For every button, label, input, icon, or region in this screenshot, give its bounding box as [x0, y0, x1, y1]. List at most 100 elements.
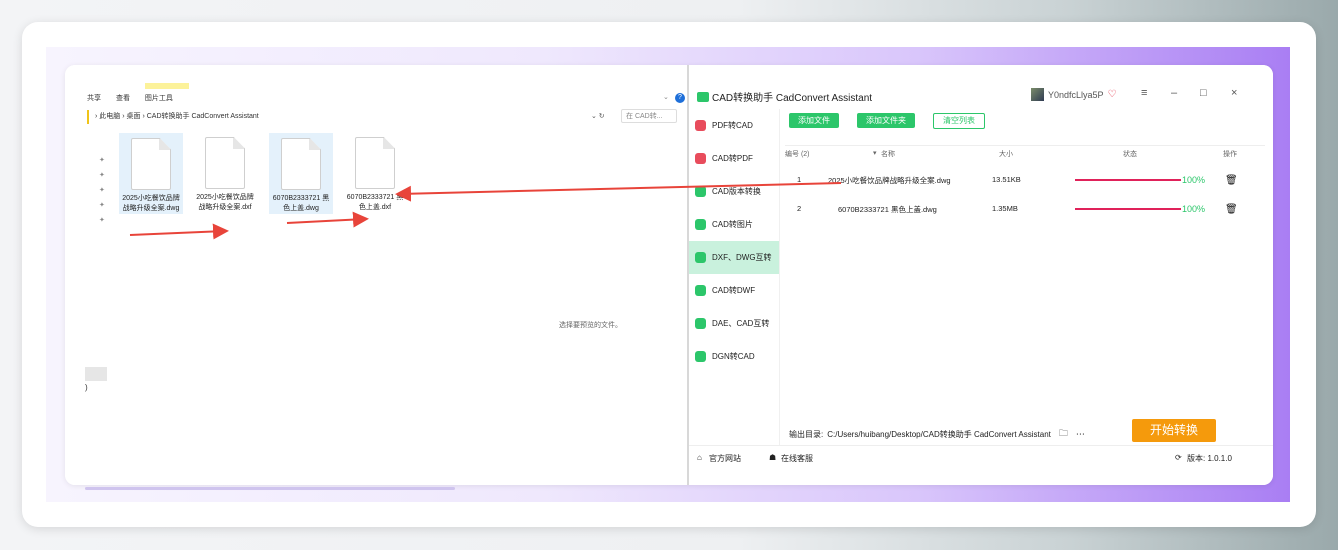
file-item[interactable]: 6070B2333721 黑色上盖.dwg — [269, 133, 333, 214]
file-item[interactable]: 6070B2333721 黑色上盖.dxf — [344, 133, 406, 212]
table-row[interactable]: 1 2025小吃餐饮品牌战略升级全案.dwg 13.51KB 100% 🗑 — [785, 171, 1265, 189]
address-bar[interactable]: › 此电脑 › 桌面 › CAD转换助手 CadConvert Assistan… — [87, 110, 625, 124]
progress-bar — [1075, 179, 1181, 181]
ribbon-tab-picture-tools[interactable]: 图片工具 — [145, 95, 173, 102]
search-input[interactable]: 在 CAD转... — [621, 109, 677, 123]
folder-icon[interactable]: 🗀 — [1059, 426, 1068, 442]
sidebar-item-cad-to-image[interactable]: CAD转图片 — [689, 208, 779, 241]
maximize-icon[interactable]: □ — [1200, 87, 1207, 99]
sidebar: PDF转CAD CAD转PDF CAD版本转换 CAD转图片 DXF、DWG互转… — [689, 109, 779, 373]
sidebar-divider — [779, 109, 780, 445]
cad-icon — [695, 285, 706, 296]
scroll-bar — [85, 487, 455, 490]
sidebar-item-cad-to-dwf[interactable]: CAD转DWF — [689, 274, 779, 307]
pdf-icon — [695, 153, 706, 164]
sidebar-item-dae-cad[interactable]: DAE、CAD互转 — [689, 307, 779, 340]
sidebar-label: CAD转PDF — [712, 154, 753, 163]
output-label: 输出目录: — [789, 429, 824, 439]
sidebar-label: CAD版本转换 — [712, 187, 761, 196]
image-icon — [695, 219, 706, 230]
sidebar-item-cad-to-pdf[interactable]: CAD转PDF — [689, 142, 779, 175]
table-header: 编号 (2) ▾ 名称 大小 状态 操作 — [785, 145, 1265, 162]
sidebar-label: CAD转图片 — [712, 220, 753, 229]
document-icon — [355, 137, 395, 189]
version-text: 版本: 1.0.1.0 — [1187, 454, 1232, 463]
sidebar-item-pdf-to-cad[interactable]: PDF转CAD — [689, 109, 779, 142]
pin-icons: ✦ ✦ ✦ ✦ ✦ — [99, 157, 105, 224]
ribbon-tab-view[interactable]: 查看 — [116, 95, 130, 102]
sidebar-label: DAE、CAD互转 — [712, 319, 770, 328]
col-name[interactable]: 名称 — [881, 149, 895, 159]
start-convert-button[interactable]: 开始转换 — [1132, 419, 1216, 442]
clear-list-button[interactable]: 清空列表 — [933, 113, 985, 129]
status-block — [85, 367, 107, 381]
dxf-icon — [695, 252, 706, 263]
progress-text: 100% — [1182, 204, 1206, 214]
document-icon — [205, 137, 245, 189]
refresh-icon[interactable]: ⌄ ↻ — [591, 110, 605, 124]
col-name-sort-icon[interactable]: ▾ — [873, 149, 877, 157]
col-action: 操作 — [1223, 151, 1237, 158]
row-name: 2025小吃餐饮品牌战略升级全案.dwg — [828, 176, 951, 185]
file-item[interactable]: 2025小吃餐饮品牌战略升级全案.dxf — [194, 133, 256, 212]
col-size: 大小 — [999, 151, 1013, 158]
cad-icon — [695, 186, 706, 197]
explorer-ribbon: 共享 查看 图片工具 — [87, 93, 186, 103]
app-title: CAD转换助手 CadConvert Assistant — [697, 89, 872, 104]
sidebar-label: DXF、DWG互转 — [712, 253, 772, 262]
menu-icon[interactable]: ≡ — [1141, 87, 1147, 99]
sidebar-label: CAD转DWF — [712, 286, 756, 295]
sidebar-item-cad-version[interactable]: CAD版本转换 — [689, 175, 779, 208]
preview-placeholder: 选择要预览的文件。 — [559, 322, 622, 329]
vip-heart-icon: ♡ — [1107, 89, 1117, 100]
dae-icon — [695, 318, 706, 329]
file-name: 6070B2333721 黑色上盖.dwg — [272, 195, 330, 212]
add-folder-button[interactable]: 添加文件夹 — [857, 113, 915, 128]
username: Y0ndfcLlya5P — [1048, 89, 1104, 100]
row-index: 2 — [797, 204, 802, 213]
app-title-text: CAD转换助手 CadConvert Assistant — [712, 93, 873, 104]
ribbon-tab-share[interactable]: 共享 — [87, 95, 101, 102]
sidebar-item-dgn-to-cad[interactable]: DGN转CAD — [689, 340, 779, 373]
row-name: 6070B2333721 黑色上盖.dwg — [838, 205, 937, 214]
file-item[interactable]: 2025小吃餐饮品牌战略升级全案.dwg — [119, 133, 183, 214]
output-path[interactable]: C:/Users/huibang/Desktop/CAD转换助手 CadConv… — [827, 429, 1051, 440]
sidebar-item-dxf-dwg[interactable]: DXF、DWG互转 — [689, 241, 779, 274]
status-text: ) — [85, 383, 88, 392]
close-icon[interactable]: × — [1231, 87, 1237, 99]
action-buttons: 添加文件 添加文件夹 清空列表 — [789, 113, 985, 129]
footer: ⌂ 官方网站 ☗ 在线客服 ⟳ 版本: 1.0.1.0 — [689, 445, 1273, 485]
chevron-down-icon[interactable]: ⌄ — [663, 93, 669, 101]
progress-bar — [1075, 208, 1181, 210]
file-name: 6070B2333721 黑色上盖.dxf — [346, 194, 404, 211]
ribbon-highlight — [145, 83, 189, 89]
document-icon — [131, 138, 171, 190]
col-index: 编号 (2) — [785, 151, 810, 158]
pdf-icon — [695, 120, 706, 131]
screenshot-window: 共享 查看 图片工具 ⌄ ? › 此电脑 › 桌面 › CAD转换助手 CadC… — [65, 65, 1273, 485]
help-icon[interactable]: ? — [675, 93, 685, 103]
support-icon[interactable]: ☗ — [769, 453, 776, 462]
sidebar-label: DGN转CAD — [712, 352, 755, 361]
support-link[interactable]: 在线客服 — [781, 453, 813, 464]
app-logo-icon — [697, 91, 709, 102]
row-size: 13.51KB — [992, 175, 1021, 184]
website-link[interactable]: 官方网站 — [709, 453, 741, 464]
col-status: 状态 — [1123, 151, 1137, 158]
sidebar-label: PDF转CAD — [712, 121, 753, 130]
trash-icon[interactable]: 🗑 — [1225, 175, 1238, 186]
trash-icon[interactable]: 🗑 — [1225, 204, 1238, 215]
row-size: 1.35MB — [992, 204, 1018, 213]
more-icon[interactable]: ⋯ — [1076, 429, 1085, 440]
file-explorer: 共享 查看 图片工具 ⌄ ? › 此电脑 › 桌面 › CAD转换助手 CadC… — [65, 65, 689, 485]
file-name: 2025小吃餐饮品牌战略升级全案.dwg — [122, 195, 180, 212]
document-icon — [281, 138, 321, 190]
converter-app: CAD转换助手 CadConvert Assistant Y0ndfcLlya5… — [689, 65, 1273, 485]
minimize-icon[interactable]: – — [1171, 87, 1177, 99]
refresh-icon[interactable]: ⟳ — [1175, 453, 1182, 462]
dgn-icon — [695, 351, 706, 362]
table-row[interactable]: 2 6070B2333721 黑色上盖.dwg 1.35MB 100% 🗑 — [785, 200, 1265, 218]
user-info[interactable]: Y0ndfcLlya5P ♡ — [1031, 88, 1117, 101]
home-icon[interactable]: ⌂ — [697, 453, 702, 462]
add-file-button[interactable]: 添加文件 — [789, 113, 839, 128]
